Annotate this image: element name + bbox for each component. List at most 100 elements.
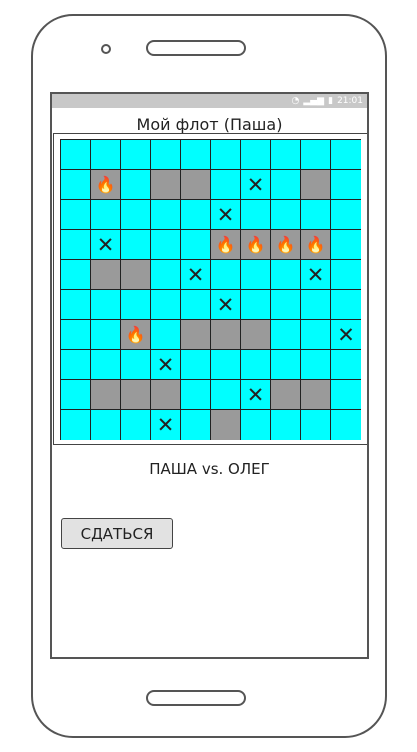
grid-cell-hit[interactable]: 🔥 <box>301 230 331 260</box>
grid-cell-empty[interactable] <box>271 350 301 380</box>
surrender-button[interactable]: СДАТЬСЯ <box>61 518 173 549</box>
grid-cell-hit[interactable]: 🔥 <box>121 320 151 350</box>
grid-cell-empty[interactable] <box>121 140 151 170</box>
grid-cell-miss[interactable]: ✕ <box>151 410 181 440</box>
grid-cell-empty[interactable] <box>211 140 241 170</box>
grid-cell-empty[interactable] <box>181 380 211 410</box>
home-button[interactable] <box>146 690 246 706</box>
grid-cell-empty[interactable] <box>61 200 91 230</box>
grid-cell-ship[interactable] <box>121 380 151 410</box>
grid-cell-empty[interactable] <box>61 170 91 200</box>
grid-cell-ship[interactable] <box>91 260 121 290</box>
grid-cell-empty[interactable] <box>121 290 151 320</box>
grid-cell-empty[interactable] <box>211 170 241 200</box>
grid-cell-empty[interactable] <box>121 350 151 380</box>
grid-cell-empty[interactable] <box>61 320 91 350</box>
grid-cell-empty[interactable] <box>271 200 301 230</box>
grid-cell-ship[interactable] <box>151 380 181 410</box>
grid-cell-empty[interactable] <box>331 170 361 200</box>
grid-cell-hit[interactable]: 🔥 <box>211 230 241 260</box>
grid-cell-empty[interactable] <box>151 260 181 290</box>
grid-cell-empty[interactable] <box>121 410 151 440</box>
grid-cell-empty[interactable] <box>271 320 301 350</box>
grid-cell-empty[interactable] <box>121 170 151 200</box>
grid-cell-miss[interactable]: ✕ <box>181 260 211 290</box>
grid-cell-empty[interactable] <box>241 410 271 440</box>
grid-cell-empty[interactable] <box>301 140 331 170</box>
grid-cell-empty[interactable] <box>61 140 91 170</box>
grid-cell-miss[interactable]: ✕ <box>211 200 241 230</box>
grid-cell-miss[interactable]: ✕ <box>301 260 331 290</box>
grid-cell-miss[interactable]: ✕ <box>241 170 271 200</box>
grid-cell-hit[interactable]: 🔥 <box>91 170 121 200</box>
grid-cell-empty[interactable] <box>241 200 271 230</box>
grid-cell-empty[interactable] <box>151 200 181 230</box>
grid-cell-empty[interactable] <box>61 230 91 260</box>
grid-cell-empty[interactable] <box>301 320 331 350</box>
grid-cell-ship[interactable] <box>271 380 301 410</box>
grid-cell-empty[interactable] <box>151 320 181 350</box>
grid-cell-empty[interactable] <box>181 350 211 380</box>
grid-cell-empty[interactable] <box>151 230 181 260</box>
grid-cell-empty[interactable] <box>91 350 121 380</box>
grid-cell-empty[interactable] <box>91 140 121 170</box>
grid-cell-ship[interactable] <box>121 260 151 290</box>
grid-cell-empty[interactable] <box>61 260 91 290</box>
grid-cell-empty[interactable] <box>61 350 91 380</box>
grid-cell-empty[interactable] <box>151 140 181 170</box>
grid-cell-ship[interactable] <box>241 320 271 350</box>
grid-cell-ship[interactable] <box>151 170 181 200</box>
grid-cell-empty[interactable] <box>181 290 211 320</box>
grid-cell-empty[interactable] <box>271 290 301 320</box>
grid-cell-empty[interactable] <box>61 290 91 320</box>
grid-cell-miss[interactable]: ✕ <box>241 380 271 410</box>
grid-cell-empty[interactable] <box>241 350 271 380</box>
grid-cell-empty[interactable] <box>91 290 121 320</box>
grid-cell-miss[interactable]: ✕ <box>151 350 181 380</box>
grid-cell-ship[interactable] <box>211 410 241 440</box>
grid-cell-empty[interactable] <box>91 200 121 230</box>
grid-cell-empty[interactable] <box>121 230 151 260</box>
grid-cell-empty[interactable] <box>271 410 301 440</box>
grid-cell-empty[interactable] <box>301 350 331 380</box>
grid-cell-empty[interactable] <box>241 140 271 170</box>
grid-cell-ship[interactable] <box>91 380 121 410</box>
grid-cell-empty[interactable] <box>61 380 91 410</box>
grid-cell-ship[interactable] <box>301 380 331 410</box>
grid-cell-empty[interactable] <box>301 200 331 230</box>
grid-cell-empty[interactable] <box>301 410 331 440</box>
grid-cell-miss[interactable]: ✕ <box>331 320 361 350</box>
grid-cell-empty[interactable] <box>241 290 271 320</box>
grid-cell-empty[interactable] <box>181 140 211 170</box>
grid-cell-empty[interactable] <box>271 170 301 200</box>
grid-cell-empty[interactable] <box>181 230 211 260</box>
grid-cell-empty[interactable] <box>241 260 271 290</box>
grid-cell-empty[interactable] <box>91 410 121 440</box>
grid-cell-empty[interactable] <box>211 380 241 410</box>
grid-cell-empty[interactable] <box>181 200 211 230</box>
grid-cell-empty[interactable] <box>331 350 361 380</box>
grid-cell-empty[interactable] <box>331 380 361 410</box>
grid-cell-ship[interactable] <box>181 320 211 350</box>
grid-cell-empty[interactable] <box>271 140 301 170</box>
grid-cell-ship[interactable] <box>211 320 241 350</box>
grid-cell-empty[interactable] <box>331 260 361 290</box>
grid-cell-hit[interactable]: 🔥 <box>241 230 271 260</box>
grid-cell-ship[interactable] <box>301 170 331 200</box>
grid-cell-empty[interactable] <box>331 200 361 230</box>
grid-cell-ship[interactable] <box>181 170 211 200</box>
grid-cell-empty[interactable] <box>151 290 181 320</box>
grid-cell-empty[interactable] <box>331 410 361 440</box>
grid-cell-empty[interactable] <box>211 260 241 290</box>
grid-cell-empty[interactable] <box>211 350 241 380</box>
grid-cell-empty[interactable] <box>331 230 361 260</box>
grid-cell-empty[interactable] <box>121 200 151 230</box>
grid-cell-empty[interactable] <box>91 320 121 350</box>
grid-cell-hit[interactable]: 🔥 <box>271 230 301 260</box>
grid-cell-miss[interactable]: ✕ <box>91 230 121 260</box>
grid-cell-empty[interactable] <box>271 260 301 290</box>
grid-cell-empty[interactable] <box>301 290 331 320</box>
grid-cell-empty[interactable] <box>61 410 91 440</box>
grid-cell-empty[interactable] <box>181 410 211 440</box>
grid-cell-empty[interactable] <box>331 140 361 170</box>
